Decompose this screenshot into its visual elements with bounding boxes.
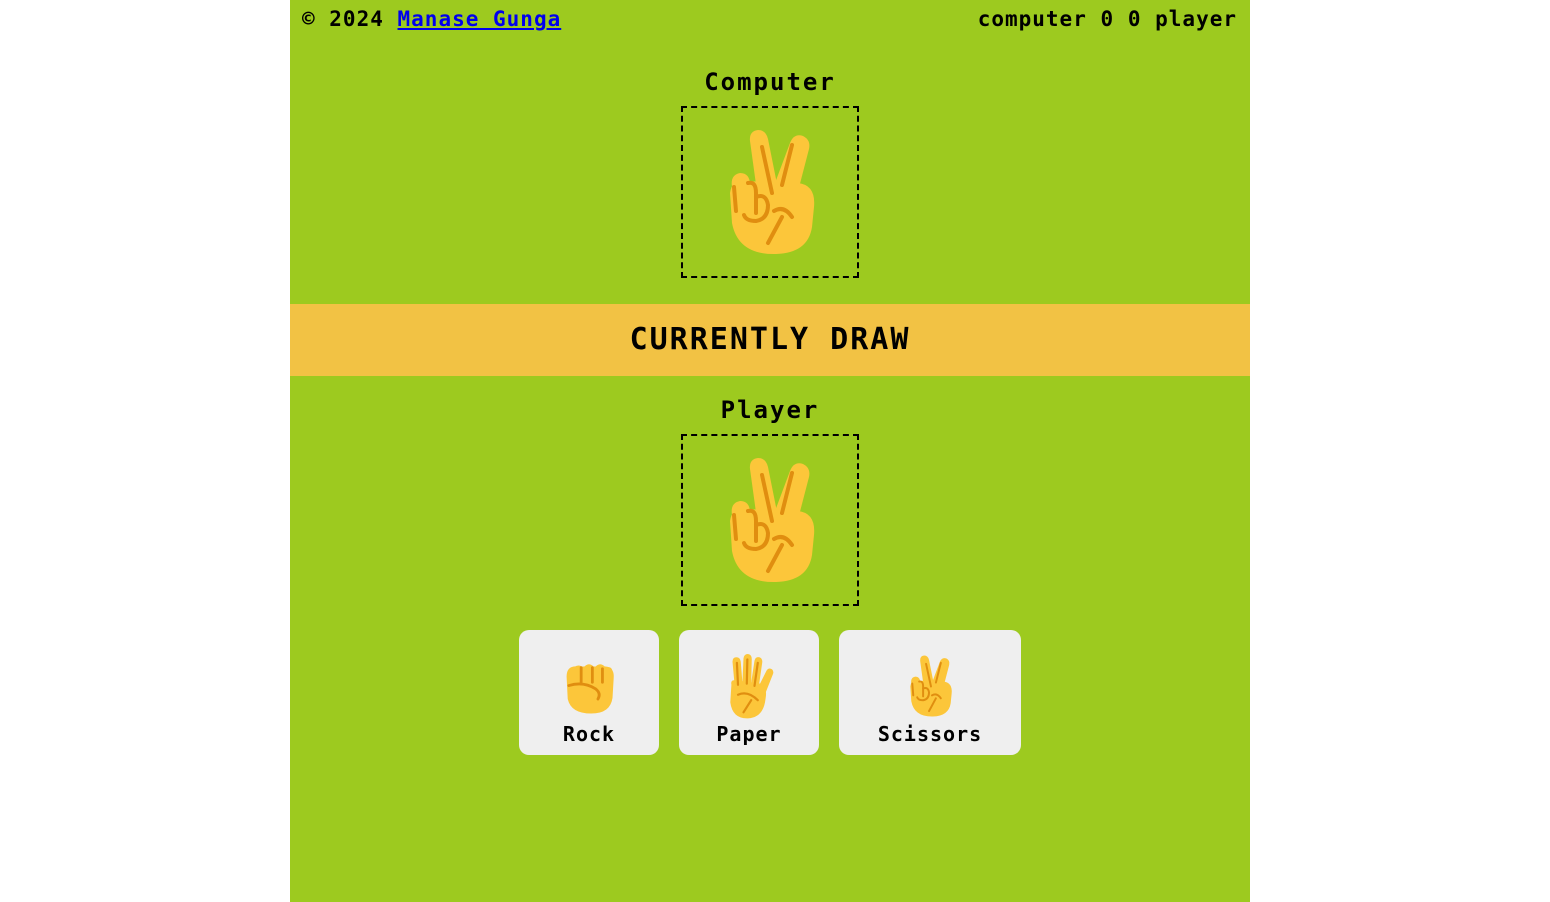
player-score: 0 (1127, 7, 1142, 31)
player-title: Player (720, 396, 820, 424)
copyright: © 2024 Manase Gunga (302, 7, 561, 31)
author-link[interactable]: Manase Gunga (398, 7, 562, 31)
raised-hand-icon (720, 654, 778, 720)
scoreboard: computer 0 0 player (978, 7, 1237, 31)
paper-label: Paper (716, 722, 782, 746)
victory-hand-icon (905, 654, 955, 718)
raised-fist-icon (561, 654, 617, 716)
copyright-text: © 2024 (302, 7, 384, 31)
status-text: CURRENTLY DRAW (629, 322, 911, 357)
top-bar: © 2024 Manase Gunga computer 0 0 player (290, 0, 1250, 40)
computer-score-label: computer (977, 7, 1087, 31)
computer-title: Computer (704, 68, 836, 96)
scissors-button[interactable]: Scissors (839, 630, 1021, 755)
computer-score: 0 (1100, 7, 1115, 31)
game-container: © 2024 Manase Gunga computer 0 0 player … (290, 0, 1250, 902)
paper-button[interactable]: Paper (679, 630, 819, 755)
player-score-label: player (1155, 7, 1237, 31)
player-choice-box (681, 434, 859, 606)
victory-hand-icon (720, 127, 820, 257)
rock-label: Rock (562, 722, 616, 746)
status-banner: CURRENTLY DRAW (290, 304, 1250, 376)
scissors-label: Scissors (877, 722, 983, 746)
computer-choice-box (681, 106, 859, 278)
victory-hand-icon (720, 455, 820, 585)
rock-button[interactable]: Rock (519, 630, 659, 755)
